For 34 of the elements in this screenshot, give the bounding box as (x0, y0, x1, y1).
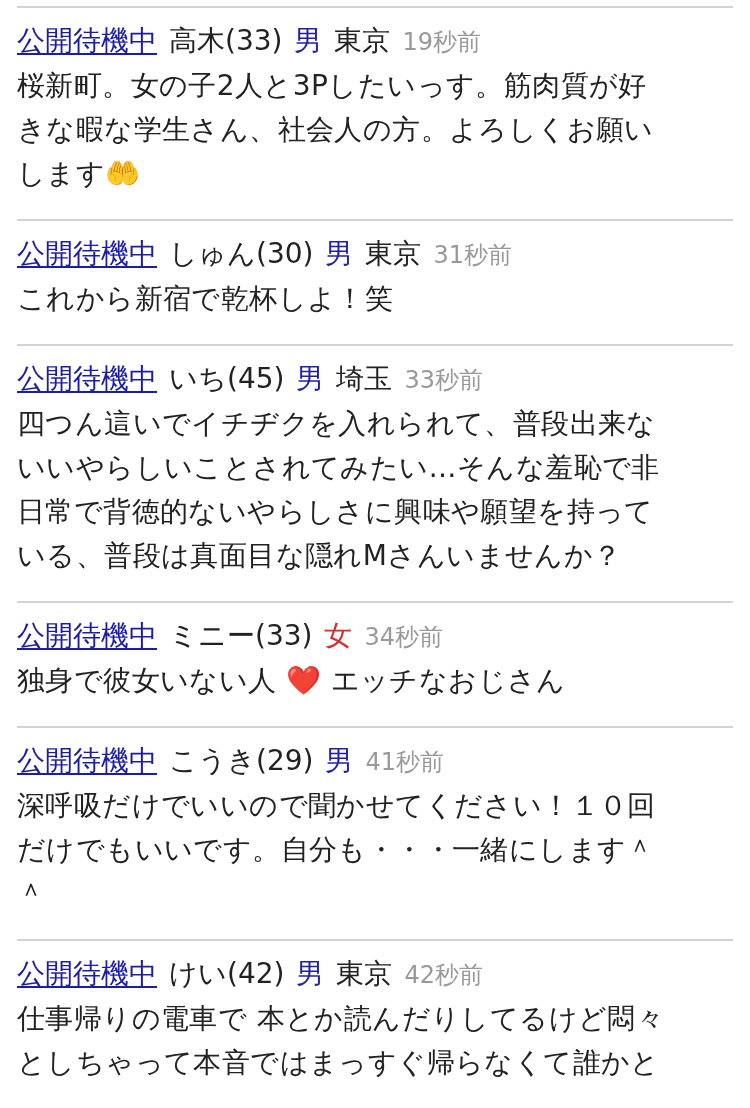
gender-label: 男 (325, 236, 354, 272)
post-message: 独身で彼女いない人 ❤ エッチなおじさん (17, 663, 567, 699)
status-link[interactable]: 公開待機中 (17, 951, 157, 997)
location-label: 埼玉 (336, 361, 393, 397)
user-name: こうき(29) (169, 743, 314, 779)
location-label: 東京 (336, 956, 393, 992)
status-link[interactable]: 公開待機中 (17, 231, 157, 277)
user-name: しゅん(30) (169, 236, 314, 272)
post-message: 深呼吸だけでいいので聞かせてください！１０回 だけでもいいです。自分も・・・一緒にします＾ ＾ (17, 788, 657, 912)
status-link[interactable]: 公開待機中 (17, 613, 157, 659)
post-time: 42秒前 (404, 960, 484, 991)
post-message: 四つん這いでイチヂクを入れられて、普段出来な いいやらしいことされてみたい…そんな羞恥で非 日常で背徳的ないやらしさに興味や願望を持って いる、普段は真面目な隠れMさんいませんか？ (17, 406, 661, 574)
user-name: ミニー(33) (169, 618, 313, 654)
location-label: 東京 (365, 236, 422, 272)
gender-label: 男 (325, 743, 354, 779)
status-link[interactable]: 公開待機中 (17, 356, 157, 402)
post-message: これから新宿で乾杯しよ！笑 (17, 281, 395, 317)
gender-label: 女 (324, 618, 353, 654)
post-message: 仕事帰りの電車で 本とか読んだりしてるけど悶々 としちゃって本音ではまっすぐ帰らなくて誰かと (17, 1001, 666, 1081)
gender-label: 男 (294, 23, 323, 59)
status-link[interactable]: 公開待機中 (17, 738, 157, 784)
post-time: 33秒前 (404, 365, 484, 396)
post-time: 41秒前 (365, 747, 445, 778)
user-name: けい(42) (169, 956, 285, 992)
post-time: 34秒前 (364, 622, 444, 653)
gender-label: 男 (296, 361, 325, 397)
user-name: いち(45) (169, 361, 285, 397)
post-time: 31秒前 (433, 240, 513, 271)
post-message: 桜新町。女の子2人と3Pしたいっす。筋肉質が好 きな暇な学生さん、社会人の方。よろしくお願い します🤲 (17, 68, 655, 192)
location-label: 東京 (334, 23, 391, 59)
user-name: 高木(33) (169, 23, 283, 59)
status-link[interactable]: 公開待機中 (17, 18, 157, 64)
post-time: 19秒前 (402, 27, 482, 58)
gender-label: 男 (296, 956, 325, 992)
